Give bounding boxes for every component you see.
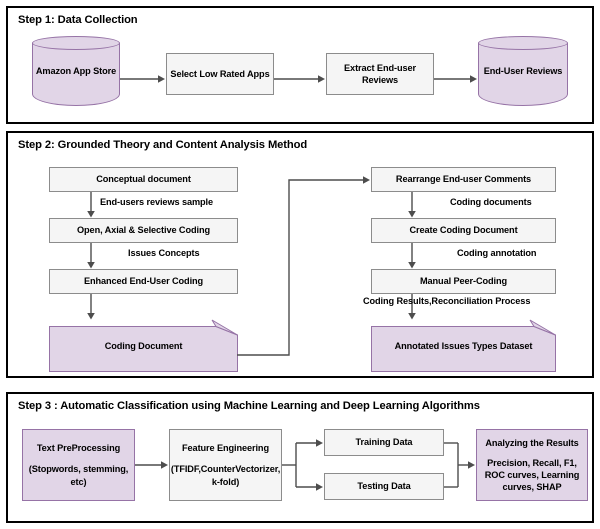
step1-title: Step 1: Data Collection xyxy=(18,14,138,26)
node-text-preprocessing: Text PreProcessing (Stopwords, stemming,… xyxy=(22,429,135,501)
node-label: Rearrange End-user Comments xyxy=(395,174,532,185)
node-select-low-rated-apps: Select Low Rated Apps xyxy=(166,53,274,95)
connector-coding-document-to-rearrange xyxy=(237,173,371,358)
node-label: Annotated Issues Types Dataset xyxy=(394,340,533,351)
node-feature-engineering: Feature Engineering (TFIDF,CounterVector… xyxy=(169,429,282,501)
edge-label-coding-documents: Coding documents xyxy=(450,197,532,207)
connector-data-merge xyxy=(444,438,476,494)
node-conceptual-document: Conceptual document xyxy=(49,167,238,192)
step1-panel: Step 1: Data Collection Amazon App Store… xyxy=(6,6,594,124)
connector-feature-split xyxy=(282,438,324,494)
edge-label-coding-results-reconciliation: Coding Results,Reconciliation Process xyxy=(363,296,531,306)
node-testing-data: Testing Data xyxy=(324,473,444,500)
step2-title: Step 2: Grounded Theory and Content Anal… xyxy=(18,139,308,151)
node-label-line1: End- xyxy=(483,65,504,76)
node-title: Analyzing the Results xyxy=(485,437,579,448)
step3-panel: Step 3 : Automatic Classification using … xyxy=(6,392,594,523)
node-amazon-app-store: Amazon App Store xyxy=(32,36,120,106)
node-label: Extract End-user Reviews xyxy=(344,62,416,85)
connector-create-to-manual xyxy=(407,243,417,269)
connector-store-to-select xyxy=(120,74,166,84)
edge-label-end-users-reviews-sample: End-users reviews sample xyxy=(100,197,214,207)
node-coding-document: Coding Document xyxy=(49,319,238,372)
node-label: Conceptual document xyxy=(96,174,191,185)
connector-preprocessing-to-feature xyxy=(135,460,169,470)
node-enhanced-end-user-coding: Enhanced End-User Coding xyxy=(49,269,238,294)
edge-label-issues-concepts: Issues Concepts xyxy=(128,248,200,258)
node-manual-peer-coding: Manual Peer-Coding xyxy=(371,269,556,294)
node-detail: (Stopwords, stemming, etc) xyxy=(28,464,129,487)
node-label: Amazon App Store xyxy=(35,65,117,76)
connector-rearrange-to-create xyxy=(407,192,417,218)
node-label: Open, Axial & Selective Coding xyxy=(77,225,210,236)
node-label: Enhanced End-User Coding xyxy=(83,276,204,287)
connector-coding-to-enhanced xyxy=(86,243,96,269)
node-title: Text PreProcessing xyxy=(36,443,121,454)
connector-select-to-extract xyxy=(274,74,326,84)
node-label-line2: User Reviews xyxy=(503,65,563,76)
node-create-coding-document: Create Coding Document xyxy=(371,218,556,243)
node-label: Manual Peer-Coding xyxy=(419,276,508,287)
node-label: Create Coding Document xyxy=(409,225,518,236)
connector-conceptual-to-coding xyxy=(86,192,96,218)
node-detail: (TFIDF,CounterVectorizer, k-fold) xyxy=(170,464,281,487)
node-annotated-issues-types-dataset: Annotated Issues Types Dataset xyxy=(371,319,556,372)
node-end-user-reviews-db: End- User Reviews xyxy=(478,36,568,106)
connector-extract-to-reviews-db xyxy=(434,74,478,84)
node-label: Testing Data xyxy=(357,481,411,492)
node-training-data: Training Data xyxy=(324,429,444,456)
node-label: Select Low Rated Apps xyxy=(170,68,270,79)
step3-title: Step 3 : Automatic Classification using … xyxy=(18,400,480,412)
node-label: Coding Document xyxy=(104,340,183,351)
edge-label-coding-annotation: Coding annotation xyxy=(457,248,537,258)
node-label: Training Data xyxy=(355,437,413,448)
node-rearrange-end-user-comments: Rearrange End-user Comments xyxy=(371,167,556,192)
step2-panel: Step 2: Grounded Theory and Content Anal… xyxy=(6,131,594,378)
node-label: End- User Reviews xyxy=(478,36,568,106)
connector-enhanced-to-coding-document xyxy=(86,294,96,320)
node-title: Feature Engineering xyxy=(182,443,269,454)
node-analyzing-results: Analyzing the Results Precision, Recall,… xyxy=(476,429,588,501)
node-extract-end-user-reviews: Extract End-user Reviews xyxy=(326,53,434,95)
node-open-axial-selective-coding: Open, Axial & Selective Coding xyxy=(49,218,238,243)
node-detail: Precision, Recall, F1, ROC curves, Learn… xyxy=(484,457,580,493)
